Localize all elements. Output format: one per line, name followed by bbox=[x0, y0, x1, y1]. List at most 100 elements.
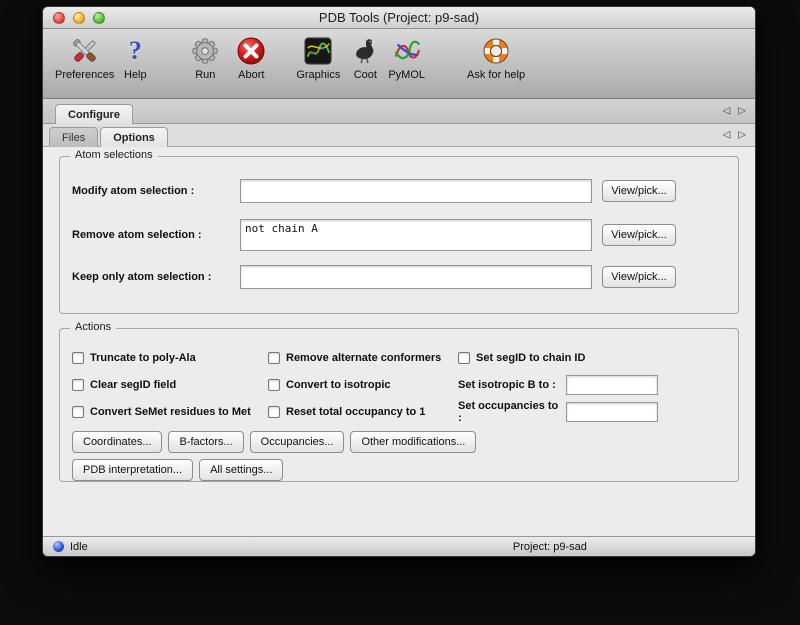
checkbox-truncate-to-poly-ala[interactable] bbox=[72, 352, 84, 364]
window-title: PDB Tools (Project: p9-sad) bbox=[319, 10, 479, 25]
tab-files[interactable]: Files bbox=[49, 127, 98, 147]
convert-semet-option: Convert SeMet residues to Met bbox=[72, 403, 268, 420]
tab-options[interactable]: Options bbox=[100, 127, 168, 147]
remove-alternate-conformers-option: Remove alternate conformers bbox=[268, 349, 458, 366]
status-indicator-icon bbox=[53, 541, 64, 552]
keep-view-pick-button[interactable]: View/pick... bbox=[602, 266, 676, 288]
actions-checkbox-grid: Truncate to poly-Ala Remove alternate co… bbox=[72, 349, 726, 420]
atom-selections-group: Atom selections Modify atom selection : … bbox=[59, 156, 739, 314]
abort-red-x-icon bbox=[234, 34, 268, 68]
actions-button-row-2: PDB interpretation... All settings... bbox=[72, 459, 726, 481]
convert-to-isotropic-option: Convert to isotropic bbox=[268, 376, 458, 393]
set-segid-to-chain-id-option: Set segID to chain ID bbox=[458, 349, 726, 366]
abort-button[interactable]: Abort bbox=[234, 34, 268, 81]
tab-scroll-right-icon[interactable]: ▷ bbox=[738, 106, 746, 117]
keep-atom-selection-row: Keep only atom selection : View/pick... bbox=[72, 265, 726, 289]
pymol-label: PyMOL bbox=[388, 69, 425, 81]
tab-configure[interactable]: Configure bbox=[55, 104, 133, 124]
checkbox-reset-total-occupancy[interactable] bbox=[268, 406, 280, 418]
pymol-ribbon-icon bbox=[390, 34, 424, 68]
minimize-window-button[interactable] bbox=[73, 12, 85, 24]
app-window: PDB Tools (Project: p9-sad) Preferenc bbox=[42, 6, 756, 557]
convert-to-isotropic-label: Convert to isotropic bbox=[286, 379, 391, 391]
set-isotropic-b-label: Set isotropic B to : bbox=[458, 379, 560, 391]
keep-atom-selection-label: Keep only atom selection : bbox=[72, 271, 230, 283]
checkbox-clear-segid-field[interactable] bbox=[72, 379, 84, 391]
truncate-poly-ala-option: Truncate to poly-Ala bbox=[72, 349, 268, 366]
coot-button[interactable]: Coot bbox=[348, 34, 382, 81]
toolbar: Preferences ? Help Run bbox=[43, 29, 755, 99]
status-bar: Idle Project: p9-sad bbox=[43, 536, 755, 556]
run-button[interactable]: Run bbox=[188, 34, 222, 81]
tab-scroll-left-icon[interactable]: ◁ bbox=[723, 106, 731, 117]
occupancies-button[interactable]: Occupancies... bbox=[250, 431, 345, 453]
reset-total-occupancy-option: Reset total occupancy to 1 bbox=[268, 403, 458, 420]
checkbox-convert-semet-to-met[interactable] bbox=[72, 406, 84, 418]
clear-segid-field-label: Clear segID field bbox=[90, 379, 176, 391]
checkbox-remove-alternate-conformers[interactable] bbox=[268, 352, 280, 364]
abort-label: Abort bbox=[238, 69, 264, 81]
other-modifications-button[interactable]: Other modifications... bbox=[350, 431, 476, 453]
clear-segid-field-option: Clear segID field bbox=[72, 376, 268, 393]
main-tab-pager: ◁ ▷ bbox=[723, 106, 746, 117]
set-occupancies-label: Set occupancies to : bbox=[458, 400, 560, 424]
checkbox-convert-to-isotropic[interactable] bbox=[268, 379, 280, 391]
run-label: Run bbox=[195, 69, 215, 81]
sub-tab-scroll-left-icon[interactable]: ◁ bbox=[723, 130, 731, 141]
zoom-window-button[interactable] bbox=[93, 12, 105, 24]
sub-tab-scroll-right-icon[interactable]: ▷ bbox=[738, 130, 746, 141]
actions-group-title: Actions bbox=[70, 321, 116, 333]
convert-semet-label: Convert SeMet residues to Met bbox=[90, 406, 251, 418]
remove-atom-selection-input[interactable]: not chain A bbox=[240, 219, 592, 251]
remove-alternate-conformers-label: Remove alternate conformers bbox=[286, 352, 441, 364]
preferences-label: Preferences bbox=[55, 69, 114, 81]
atom-selections-group-title: Atom selections bbox=[70, 149, 158, 161]
titlebar: PDB Tools (Project: p9-sad) bbox=[43, 7, 755, 29]
traffic-lights bbox=[53, 12, 105, 24]
preferences-tools-icon bbox=[68, 34, 102, 68]
coot-label: Coot bbox=[354, 69, 377, 81]
remove-atom-selection-row: Remove atom selection : not chain A View… bbox=[72, 219, 726, 251]
actions-group: Actions Truncate to poly-Ala Remove alte… bbox=[59, 328, 739, 482]
tab-files-label: Files bbox=[62, 132, 85, 144]
set-isotropic-b-field-row: Set isotropic B to : bbox=[458, 376, 726, 393]
sub-tab-bar: Files Options ◁ ▷ bbox=[43, 124, 755, 147]
lifebuoy-icon bbox=[479, 34, 513, 68]
set-segid-to-chain-id-label: Set segID to chain ID bbox=[476, 352, 585, 364]
set-occupancies-field-row: Set occupancies to : bbox=[458, 403, 726, 420]
b-factors-button[interactable]: B-factors... bbox=[168, 431, 243, 453]
preferences-button[interactable]: Preferences bbox=[55, 34, 114, 81]
modify-atom-selection-label: Modify atom selection : bbox=[72, 185, 230, 197]
graphics-button[interactable]: Graphics bbox=[296, 34, 340, 81]
set-isotropic-b-input[interactable] bbox=[566, 375, 658, 395]
keep-atom-selection-input[interactable] bbox=[240, 265, 592, 289]
help-button[interactable]: ? Help bbox=[118, 34, 152, 81]
reset-total-occupancy-label: Reset total occupancy to 1 bbox=[286, 406, 425, 418]
options-panel: Atom selections Modify atom selection : … bbox=[43, 147, 755, 536]
tab-configure-label: Configure bbox=[68, 109, 120, 121]
checkbox-set-segid-to-chain-id[interactable] bbox=[458, 352, 470, 364]
modify-atom-selection-row: Modify atom selection : View/pick... bbox=[72, 179, 726, 203]
all-settings-button[interactable]: All settings... bbox=[199, 459, 283, 481]
pdb-interpretation-button[interactable]: PDB interpretation... bbox=[72, 459, 193, 481]
main-tab-bar: Configure ◁ ▷ bbox=[43, 99, 755, 124]
close-window-button[interactable] bbox=[53, 12, 65, 24]
remove-view-pick-button[interactable]: View/pick... bbox=[602, 224, 676, 246]
graphics-label: Graphics bbox=[296, 69, 340, 81]
truncate-poly-ala-label: Truncate to poly-Ala bbox=[90, 352, 196, 364]
remove-atom-selection-label: Remove atom selection : bbox=[72, 229, 230, 241]
modify-atom-selection-input[interactable] bbox=[240, 179, 592, 203]
run-gear-icon bbox=[188, 34, 222, 68]
modify-view-pick-button[interactable]: View/pick... bbox=[602, 180, 676, 202]
ask-for-help-button[interactable]: Ask for help bbox=[467, 34, 525, 81]
status-text: Idle bbox=[70, 541, 88, 553]
coordinates-button[interactable]: Coordinates... bbox=[72, 431, 162, 453]
coot-bird-icon bbox=[348, 34, 382, 68]
help-label: Help bbox=[124, 69, 147, 81]
pymol-button[interactable]: PyMOL bbox=[388, 34, 425, 81]
tab-options-label: Options bbox=[113, 132, 155, 144]
ask-for-help-label: Ask for help bbox=[467, 69, 525, 81]
set-occupancies-input[interactable] bbox=[566, 402, 658, 422]
sub-tab-pager: ◁ ▷ bbox=[723, 130, 746, 141]
actions-button-row-1: Coordinates... B-factors... Occupancies.… bbox=[72, 431, 726, 453]
